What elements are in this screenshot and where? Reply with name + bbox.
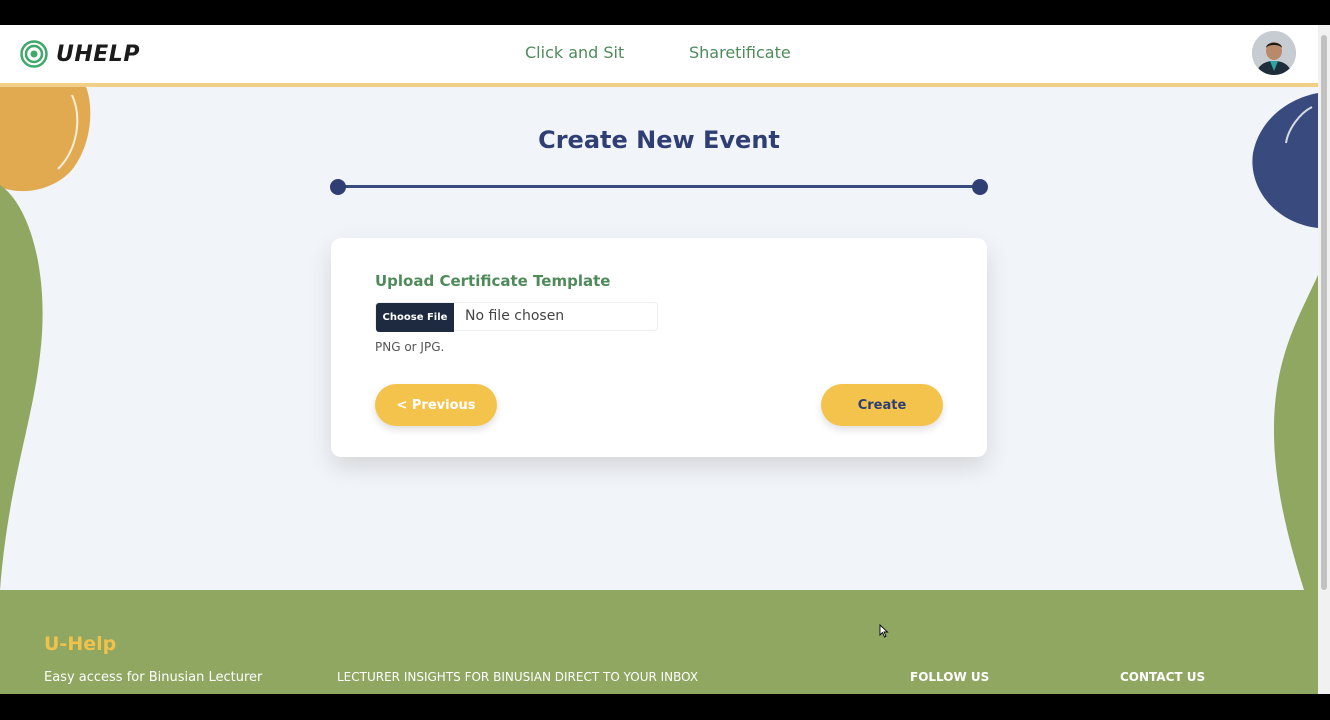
footer-newsletter-heading: LECTURER INSIGHTS FOR BINUSIAN DIRECT TO… [337,670,699,684]
footer-tagline: Easy access for Binusian Lecturer [44,670,263,685]
page-title: Create New Event [538,126,780,154]
stepper-step-2 [972,179,988,195]
file-status-text: No file chosen [465,308,565,324]
brand-name: UHELP [56,41,140,67]
site-footer: U-Help Easy access for Binusian Lecturer… [0,590,1318,694]
choose-file-button[interactable]: Choose File [376,303,454,332]
file-format-hint: PNG or JPG. [375,340,445,354]
upload-template-label: Upload Certificate Template [375,272,611,290]
mouse-pointer-icon [879,624,889,638]
screen-top-border [0,0,1330,25]
nav-link-click-and-sit[interactable]: Click and Sit [525,43,624,62]
footer-brand: U-Help [44,633,117,655]
target-rings-icon [20,40,48,68]
event-form-card: Upload Certificate Template Choose File … [331,238,987,457]
decor-blob-navy-right [1252,93,1318,228]
scrollbar-thumb[interactable] [1321,35,1327,590]
previous-button[interactable]: < Previous [375,384,497,426]
stepper-step-1 [330,179,346,195]
user-avatar[interactable] [1252,31,1296,75]
decor-blob-green-left [0,185,43,590]
top-navbar: UHELP Click and Sit Sharetificate [0,25,1318,87]
decor-blob-green-right [1273,275,1318,590]
browser-viewport: UHELP Click and Sit Sharetificate Create… [0,25,1318,694]
stepper-track [338,185,980,188]
nav-link-sharetificate[interactable]: Sharetificate [689,43,791,62]
footer-follow-heading: FOLLOW US [910,670,990,684]
certificate-file-input[interactable]: Choose File No file chosen [375,302,658,332]
screen-bottom-border [0,694,1330,720]
brand-logo[interactable]: UHELP [20,39,140,69]
vertical-scrollbar[interactable] [1318,25,1330,694]
user-photo-icon [1252,31,1296,75]
create-button[interactable]: Create [821,384,943,426]
footer-contact-heading: CONTACT US [1120,670,1206,684]
